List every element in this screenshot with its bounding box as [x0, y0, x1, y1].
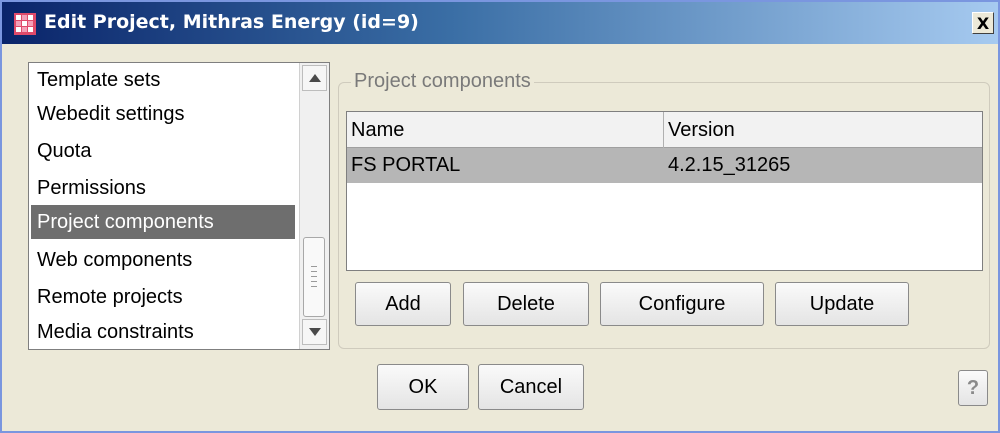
help-icon: ? — [966, 376, 980, 399]
scroll-up-button[interactable] — [302, 65, 327, 91]
table-header: Name Version — [347, 112, 982, 148]
nav-item-webedit-settings[interactable]: Webedit settings — [31, 97, 295, 131]
grip-line — [311, 286, 317, 287]
nav-item-quota[interactable]: Quota — [31, 134, 295, 168]
nav-item-permissions[interactable]: Permissions — [31, 171, 295, 205]
title-bar[interactable]: Edit Project, Mithras Energy (id=9) X — [2, 2, 998, 44]
nav-item-media-constraints[interactable]: Media constraints — [31, 315, 295, 349]
nav-scrollbar[interactable] — [299, 63, 329, 349]
arrow-down-icon — [308, 328, 321, 336]
scroll-down-button[interactable] — [302, 319, 327, 345]
column-header-name[interactable]: Name — [347, 112, 664, 148]
settings-nav-list[interactable]: Template sets Webedit settings Quota Per… — [28, 62, 330, 350]
nav-item-remote-projects[interactable]: Remote projects — [31, 280, 295, 314]
column-header-version[interactable]: Version — [664, 112, 982, 148]
configure-button[interactable]: Configure — [600, 282, 764, 326]
cancel-button[interactable]: Cancel — [478, 364, 584, 410]
edit-project-dialog: Edit Project, Mithras Energy (id=9) X Te… — [0, 0, 1000, 433]
grip-line — [311, 266, 317, 267]
nav-item-template-sets[interactable]: Template sets — [31, 63, 295, 97]
grip-line — [311, 281, 317, 282]
nav-item-project-components[interactable]: Project components — [31, 205, 295, 239]
update-button[interactable]: Update — [775, 282, 909, 326]
close-icon: X — [976, 13, 990, 33]
app-icon — [14, 13, 36, 35]
ok-button[interactable]: OK — [377, 364, 469, 410]
nav-item-web-components[interactable]: Web components — [31, 243, 295, 277]
add-button[interactable]: Add — [355, 282, 451, 326]
cell-name: FS PORTAL — [351, 154, 461, 176]
grip-line — [311, 276, 317, 277]
cell-version: 4.2.15_31265 — [668, 154, 791, 176]
window-title: Edit Project, Mithras Energy (id=9) — [44, 11, 419, 33]
close-button[interactable]: X — [972, 12, 994, 34]
group-title: Project components — [351, 70, 534, 93]
table-row[interactable]: FS PORTAL 4.2.15_31265 — [347, 148, 982, 183]
components-table[interactable]: Name Version FS PORTAL 4.2.15_31265 — [346, 111, 983, 271]
grip-line — [311, 271, 317, 272]
arrow-up-icon — [308, 74, 321, 82]
delete-button[interactable]: Delete — [463, 282, 589, 326]
scroll-thumb[interactable] — [303, 237, 325, 317]
help-button[interactable]: ? — [958, 370, 988, 406]
